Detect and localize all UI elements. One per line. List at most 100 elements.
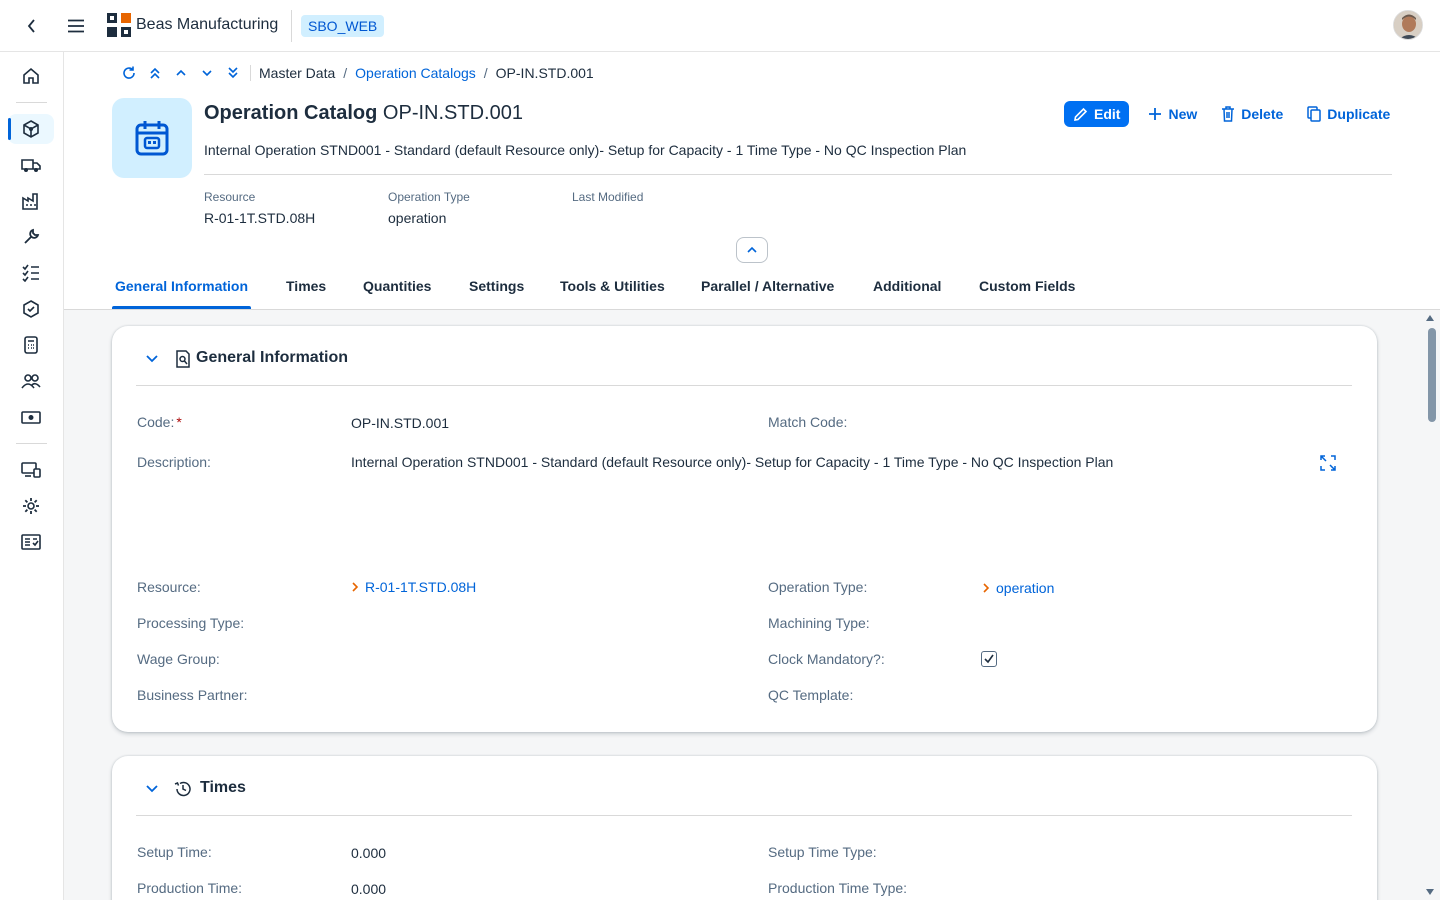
section-header[interactable]: Times: [136, 756, 1352, 816]
nav-quality[interactable]: [8, 294, 54, 324]
tab-settings[interactable]: Settings: [469, 278, 524, 294]
first-record-button[interactable]: [142, 62, 168, 84]
nav-calculation[interactable]: [8, 330, 54, 360]
resource-link-text[interactable]: R-01-1T.STD.08H: [365, 579, 476, 595]
brand-name[interactable]: Beas Manufacturing: [136, 16, 278, 34]
duplicate-label: Duplicate: [1327, 106, 1391, 122]
breadcrumb-current: OP-IN.STD.001: [495, 65, 594, 81]
business-partner-label: Business Partner:: [137, 687, 248, 703]
factory-icon: [22, 193, 38, 210]
new-label: New: [1168, 106, 1198, 122]
nav-checklist[interactable]: [8, 258, 54, 288]
header-actions: Edit New Delete Duplicate: [1064, 101, 1398, 127]
header-attr-label: Last Modified: [572, 190, 644, 204]
back-button[interactable]: [22, 16, 42, 36]
tab-additional[interactable]: Additional: [873, 278, 941, 294]
scroll-down-arrow-icon[interactable]: [1426, 888, 1434, 896]
breadcrumb: Master Data / Operation Catalogs / OP-IN…: [116, 62, 594, 84]
chevron-left-icon: [27, 19, 35, 33]
scrollbar-thumb[interactable]: [1428, 328, 1436, 422]
chevron-down-icon[interactable]: [144, 350, 160, 366]
breadcrumb-slash: /: [343, 65, 348, 81]
brand-logo[interactable]: [107, 13, 131, 37]
tab-bar: General Information Times Quantities Set…: [64, 270, 1440, 310]
pencil-icon: [1074, 107, 1088, 121]
tab-tools-utilities[interactable]: Tools & Utilities: [560, 278, 665, 294]
processing-type-label: Processing Type:: [137, 615, 245, 631]
shell-separator: [291, 10, 292, 42]
setup-time-label: Setup Time:: [137, 844, 212, 860]
header-attr-resource: Resource R-01-1T.STD.08H: [204, 190, 315, 226]
operation-type-link[interactable]: operation: [982, 580, 1054, 596]
production-time-value: 0.000: [351, 881, 387, 897]
system-badge: SBO_WEB: [301, 15, 385, 37]
operation-type-label: Operation Type:: [768, 579, 868, 595]
nav-reports[interactable]: [8, 527, 54, 557]
menu-button[interactable]: [66, 16, 86, 36]
object-avatar: [112, 98, 192, 178]
header-attr-value: operation: [388, 210, 447, 226]
chevron-down-icon: [202, 70, 212, 77]
edit-label: Edit: [1094, 106, 1121, 122]
active-tab-indicator: [112, 306, 251, 309]
operation-type-link-text[interactable]: operation: [996, 580, 1054, 596]
qc-template-label: QC Template:: [768, 687, 854, 703]
double-chevron-up-icon: [150, 67, 160, 79]
edit-button[interactable]: Edit: [1064, 101, 1130, 127]
nav-devices[interactable]: [8, 455, 54, 485]
section-title: General Information: [196, 349, 349, 366]
tab-general-information[interactable]: General Information: [115, 278, 248, 294]
header-attr-value: R-01-1T.STD.08H: [204, 210, 316, 226]
chevron-down-icon[interactable]: [144, 780, 160, 796]
copy-icon: [1307, 106, 1322, 122]
nav-production[interactable]: [8, 186, 54, 216]
expand-icon[interactable]: [1320, 455, 1336, 471]
hamburger-icon: [68, 19, 84, 33]
nav-personnel[interactable]: [8, 366, 54, 396]
setup-time-value: 0.000: [351, 845, 387, 861]
plus-icon: [1149, 108, 1162, 120]
nav-settings[interactable]: [8, 491, 54, 521]
money-icon: [21, 411, 41, 424]
tab-times[interactable]: Times: [286, 278, 326, 294]
report-icon: [21, 534, 41, 550]
history-icon: [174, 781, 191, 797]
breadcrumb-master-data: Master Data: [259, 65, 336, 81]
user-avatar[interactable]: [1393, 10, 1423, 40]
header-attr-operation-type: Operation Type operation: [388, 190, 470, 226]
last-record-button[interactable]: [220, 62, 246, 84]
breadcrumb-operation-catalogs[interactable]: Operation Catalogs: [355, 65, 476, 81]
header-attr-label: Operation Type: [388, 190, 470, 204]
chevron-up-icon: [176, 69, 186, 76]
nav-tools[interactable]: [8, 222, 54, 252]
tab-parallel-alternative[interactable]: Parallel / Alternative: [701, 278, 834, 294]
header-divider: [204, 174, 1392, 175]
next-record-button[interactable]: [194, 62, 220, 84]
machining-type-label: Machining Type:: [768, 615, 870, 631]
gear-icon: [23, 498, 39, 514]
previous-record-button[interactable]: [168, 62, 194, 84]
clock-mandatory-label: Clock Mandatory?:: [768, 651, 885, 667]
new-button[interactable]: New: [1140, 101, 1205, 127]
tab-custom-fields[interactable]: Custom Fields: [979, 278, 1075, 294]
required-marker: *: [176, 414, 182, 430]
calculator-icon: [24, 336, 38, 354]
chevron-up-icon: [747, 246, 757, 253]
nav-master-data[interactable]: [8, 114, 54, 144]
duplicate-button[interactable]: Duplicate: [1299, 101, 1398, 127]
scroll-up-arrow-icon[interactable]: [1426, 314, 1434, 322]
user-photo-icon: [1394, 11, 1422, 39]
delete-button[interactable]: Delete: [1213, 101, 1291, 127]
nav-finance[interactable]: [8, 402, 54, 432]
clock-mandatory-checkbox[interactable]: [981, 651, 997, 667]
tab-quantities[interactable]: Quantities: [363, 278, 431, 294]
section-header[interactable]: General Information: [136, 326, 1352, 386]
logo-icon: [107, 13, 131, 37]
refresh-button[interactable]: [116, 62, 142, 84]
nav-home[interactable]: [8, 61, 54, 91]
collapse-header-button[interactable]: [736, 237, 768, 263]
description-label: Description:: [137, 454, 211, 470]
match-code-label: Match Code:: [768, 414, 848, 430]
resource-link[interactable]: R-01-1T.STD.08H: [351, 579, 476, 595]
nav-logistics[interactable]: [8, 150, 54, 180]
